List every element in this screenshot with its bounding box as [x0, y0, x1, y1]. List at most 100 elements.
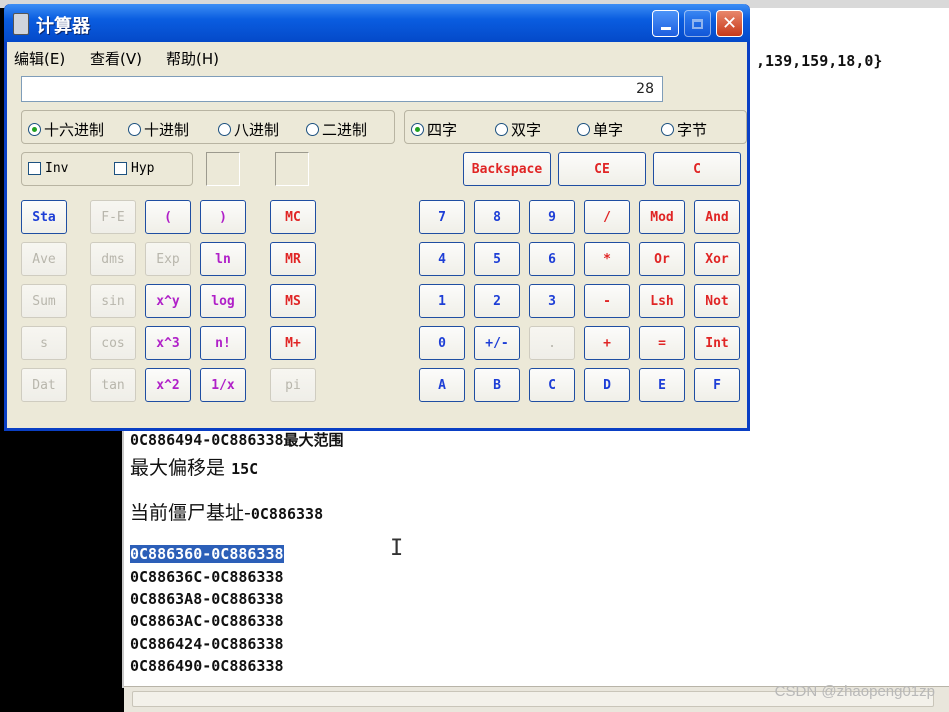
editor-code-line[interactable]: 0C8863A8-0C886338 [130, 590, 284, 608]
clear-button[interactable]: C [653, 152, 741, 186]
pi-button[interactable]: pi [270, 368, 316, 402]
close-icon: ✕ [721, 13, 738, 34]
sci-button-fe[interactable]: F-E [90, 200, 136, 234]
radio-selected-icon [411, 123, 424, 136]
hex-f-button[interactable]: F [694, 368, 740, 402]
menu-view[interactable]: 查看(V) [90, 48, 142, 69]
radio-bin[interactable]: 二进制 [306, 119, 367, 140]
digit-7-button[interactable]: 7 [419, 200, 465, 234]
checkbox-hyp[interactable]: Hyp [114, 161, 154, 176]
radio-icon [218, 123, 231, 136]
maximize-icon [692, 18, 703, 29]
inv-hyp-group: Inv Hyp [21, 152, 193, 186]
stat-button-sta[interactable]: Sta [21, 200, 67, 234]
and-button[interactable]: And [694, 200, 740, 234]
radio-hex[interactable]: 十六进制 [28, 119, 104, 140]
checkbox-inv[interactable]: Inv [28, 161, 68, 176]
sci-button-tan[interactable]: tan [90, 368, 136, 402]
hex-d-button[interactable]: D [584, 368, 630, 402]
or-button[interactable]: Or [639, 242, 685, 276]
stat-button-ave[interactable]: Ave [21, 242, 67, 276]
sci-button-ln[interactable]: ln [200, 242, 246, 276]
negate-button[interactable]: +/- [474, 326, 520, 360]
editor-line-array-tail: ,139,159,18,0} [756, 52, 883, 70]
memory-recall-button[interactable]: MR [270, 242, 316, 276]
digit-6-button[interactable]: 6 [529, 242, 575, 276]
close-paren-button[interactable]: ) [200, 200, 246, 234]
sci-button-x-squared[interactable]: x^2 [145, 368, 191, 402]
radio-icon [661, 123, 674, 136]
memory-store-button[interactable]: MS [270, 284, 316, 318]
close-button[interactable]: ✕ [716, 10, 743, 37]
radio-icon [128, 123, 141, 136]
title-bar[interactable]: 计算器 ✕ [4, 4, 750, 42]
divide-button[interactable]: / [584, 200, 630, 234]
window-title: 计算器 [36, 16, 90, 37]
clear-entry-button[interactable]: CE [558, 152, 646, 186]
mod-button[interactable]: Mod [639, 200, 685, 234]
digit-5-button[interactable]: 5 [474, 242, 520, 276]
memory-clear-button[interactable]: MC [270, 200, 316, 234]
radio-dword[interactable]: 双字 [495, 119, 541, 140]
sci-button-dms[interactable]: dms [90, 242, 136, 276]
not-button[interactable]: Not [694, 284, 740, 318]
radio-icon [495, 123, 508, 136]
radio-qword[interactable]: 四字 [411, 119, 457, 140]
sci-button-factorial[interactable]: n! [200, 326, 246, 360]
digit-1-button[interactable]: 1 [419, 284, 465, 318]
digit-4-button[interactable]: 4 [419, 242, 465, 276]
editor-code-line[interactable]: 0C886490-0C886338 [130, 657, 284, 675]
editor-code-line-selected[interactable]: 0C886360-0C886338 [130, 545, 284, 563]
editor-code-line[interactable]: 0C886424-0C886338 [130, 635, 284, 653]
menu-bar: 编辑(E) 查看(V) 帮助(H) [7, 45, 747, 69]
hex-a-button[interactable]: A [419, 368, 465, 402]
hex-b-button[interactable]: B [474, 368, 520, 402]
subtract-button[interactable]: - [584, 284, 630, 318]
editor-code-line[interactable]: 0C88636C-0C886338 [130, 568, 284, 586]
maximize-button[interactable] [684, 10, 711, 37]
radio-icon [306, 123, 319, 136]
calculator-window: 计算器 ✕ 编辑(E) 查看(V) 帮助(H) 28 十六进制 十进制 八进制 … [4, 4, 750, 431]
stat-button-sum[interactable]: Sum [21, 284, 67, 318]
menu-edit[interactable]: 编辑(E) [14, 48, 65, 69]
memory-indicator [206, 152, 240, 186]
int-button[interactable]: Int [694, 326, 740, 360]
digit-0-button[interactable]: 0 [419, 326, 465, 360]
editor-line-max-offset: 最大偏移是 15C [130, 457, 259, 479]
editor-line-zombie-base: 当前僵尸基址-0C886338 [130, 502, 324, 524]
sci-button-x-cubed[interactable]: x^3 [145, 326, 191, 360]
sci-button-reciprocal[interactable]: 1/x [200, 368, 246, 402]
minimize-button[interactable] [652, 10, 679, 37]
lsh-button[interactable]: Lsh [639, 284, 685, 318]
hex-e-button[interactable]: E [639, 368, 685, 402]
radio-word[interactable]: 单字 [577, 119, 623, 140]
stat-button-dat[interactable]: Dat [21, 368, 67, 402]
open-paren-button[interactable]: ( [145, 200, 191, 234]
stat-button-s[interactable]: s [21, 326, 67, 360]
digit-3-button[interactable]: 3 [529, 284, 575, 318]
radio-oct[interactable]: 八进制 [218, 119, 279, 140]
sci-button-log[interactable]: log [200, 284, 246, 318]
result-display[interactable]: 28 [21, 76, 663, 102]
memory-add-button[interactable]: M+ [270, 326, 316, 360]
menu-help[interactable]: 帮助(H) [166, 48, 219, 69]
digit-9-button[interactable]: 9 [529, 200, 575, 234]
digit-8-button[interactable]: 8 [474, 200, 520, 234]
backspace-button[interactable]: Backspace [463, 152, 551, 186]
sci-button-cos[interactable]: cos [90, 326, 136, 360]
sci-button-x-pow-y[interactable]: x^y [145, 284, 191, 318]
checkbox-icon [28, 162, 41, 175]
xor-button[interactable]: Xor [694, 242, 740, 276]
digit-2-button[interactable]: 2 [474, 284, 520, 318]
editor-code-line[interactable]: 0C8863AC-0C886338 [130, 612, 284, 630]
add-button[interactable]: + [584, 326, 630, 360]
sci-button-sin[interactable]: sin [90, 284, 136, 318]
equals-button[interactable]: = [639, 326, 685, 360]
sci-button-exp[interactable]: Exp [145, 242, 191, 276]
radio-dec[interactable]: 十进制 [128, 119, 189, 140]
minimize-icon [660, 27, 671, 30]
radio-byte[interactable]: 字节 [661, 119, 707, 140]
hex-c-button[interactable]: C [529, 368, 575, 402]
multiply-button[interactable]: * [584, 242, 630, 276]
decimal-point-button[interactable]: . [529, 326, 575, 360]
